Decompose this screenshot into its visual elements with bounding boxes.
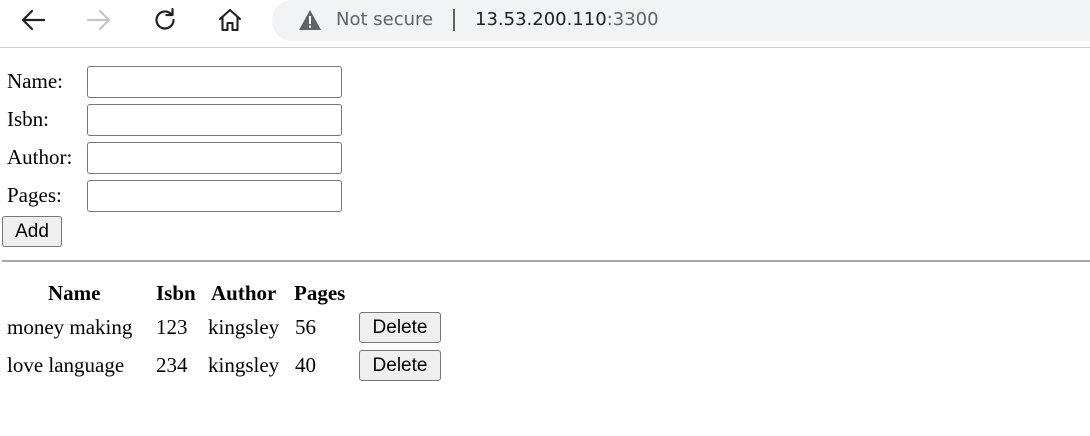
toolbar-divider (0, 47, 1090, 48)
cell-author: kingsley (208, 353, 280, 377)
pages-input[interactable] (87, 180, 342, 212)
cell-pages: 40 (295, 353, 316, 377)
home-icon (218, 8, 242, 32)
reload-icon (155, 7, 175, 30)
back-button[interactable] (18, 5, 48, 35)
header-pages: Pages (294, 281, 346, 305)
name-input[interactable] (87, 66, 342, 98)
address-separator (453, 9, 455, 31)
isbn-label: Isbn: (7, 107, 49, 131)
cell-author: kingsley (208, 315, 280, 339)
browser-toolbar: Not secure 13.53.200.110:3300 (0, 0, 1090, 46)
reload-button[interactable] (150, 5, 180, 35)
header-isbn: Isbn (156, 281, 196, 305)
pages-label: Pages: (7, 183, 62, 207)
delete-button[interactable]: Delete (359, 312, 441, 343)
forward-arrow-icon (86, 9, 111, 31)
warning-icon[interactable] (298, 9, 322, 31)
cell-name: money making (7, 315, 133, 339)
security-label[interactable]: Not secure (336, 9, 433, 31)
author-label: Author: (7, 145, 73, 169)
delete-button[interactable]: Delete (359, 350, 441, 381)
horizontal-rule (2, 260, 1090, 262)
header-author: Author (211, 281, 277, 305)
name-label: Name: (7, 69, 63, 93)
author-input[interactable] (87, 142, 342, 174)
forward-button[interactable] (84, 5, 114, 35)
isbn-input[interactable] (87, 104, 342, 136)
cell-name: love language (7, 353, 125, 377)
cell-pages: 56 (295, 315, 316, 339)
cell-isbn: 234 (156, 353, 188, 377)
home-button[interactable] (215, 5, 245, 35)
url-host: 13.53.200.110 (475, 9, 607, 30)
cell-isbn: 123 (156, 315, 188, 339)
url-text[interactable]: 13.53.200.110:3300 (475, 9, 659, 31)
header-name: Name (48, 281, 101, 305)
add-button[interactable]: Add (2, 216, 62, 247)
back-arrow-icon (21, 9, 46, 31)
url-port: :3300 (606, 9, 659, 30)
